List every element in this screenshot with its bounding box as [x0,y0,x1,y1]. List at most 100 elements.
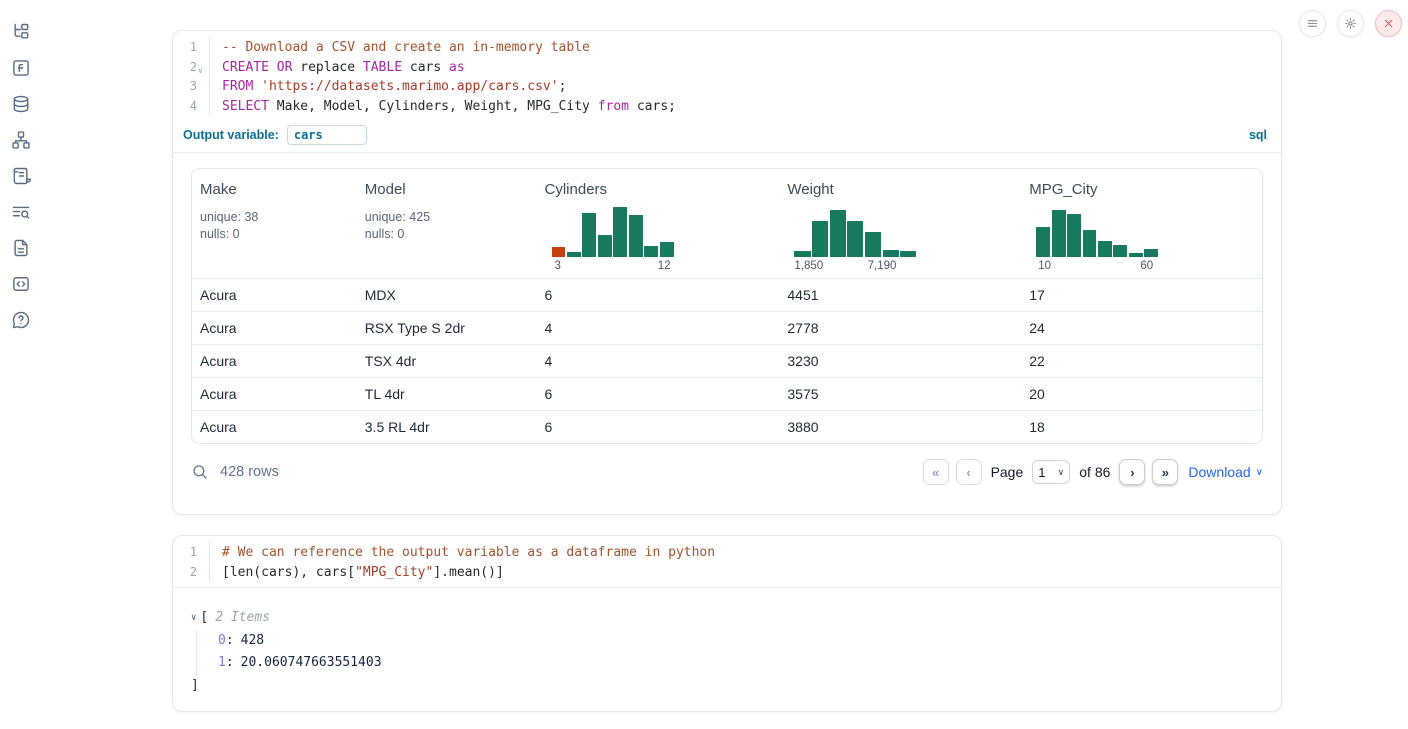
histogram-bar [629,215,643,257]
first-page-button[interactable]: « [923,459,949,485]
close-icon [1382,17,1395,30]
notebook-actions [1299,10,1402,37]
column-header: Make unique: 38nulls: 0 [192,181,357,272]
tree-entry: 0:428 [218,630,1263,653]
table-cell: 4 [537,320,780,336]
sidebar [0,0,42,729]
table-row: AcuraRSX Type S 2dr4277824 [192,311,1262,344]
next-page-button[interactable]: › [1119,459,1145,485]
chevron-down-icon: ∨ [1058,467,1065,478]
column-name[interactable]: MPG_City [1029,181,1097,198]
code-line[interactable]: 2∨CREATE OR replace TABLE cars as [173,58,1281,78]
column-header: Modelunique: 425nulls: 0 [357,181,537,272]
table-row: Acura3.5 RL 4dr6388018 [192,410,1262,443]
snippets-icon[interactable] [11,274,31,294]
notebook-body: 1 -- Download a CSV and create an in-memo… [172,0,1282,712]
column-name[interactable]: Cylinders [545,181,608,198]
table-header: Make unique: 38nulls: 0Modelunique: 425nu… [192,169,1262,278]
sql-cell: 1 -- Download a CSV and create an in-memo… [172,30,1282,515]
row-count: 428 rows [220,464,279,480]
python-editor[interactable]: 1# We can reference the output variable … [173,536,1281,588]
search-icon[interactable] [191,463,209,481]
histogram-bar [883,250,899,257]
download-button[interactable]: Download ∨ [1188,464,1263,480]
column-name[interactable]: Make [200,181,237,198]
logs-icon[interactable] [11,202,31,222]
table-cell: 3880 [779,419,1021,435]
functions-icon[interactable] [11,58,31,78]
code-line[interactable]: 2[len(cars), cars["MPG_City"].mean()] [173,563,1281,583]
histogram-bar [1083,230,1097,257]
page-select-value: 1 [1038,465,1045,480]
tree-entry-value: 20.060747663551403 [241,655,382,670]
python-code[interactable]: 1# We can reference the output variable … [173,536,1281,587]
column-name[interactable]: Model [365,181,406,198]
output-tree: ∨ [ 2 Items 0:4281:20.060747663551403 ] [173,588,1281,707]
histogram-bar [812,221,828,257]
tree-entry-key: 1 [218,655,226,670]
code-line[interactable]: 4SELECT Make, Model, Cylinders, Weight, … [173,97,1281,117]
column-histogram: 312 [552,207,674,272]
table-row: AcuraTSX 4dr4323022 [192,344,1262,377]
page-label: Page [991,464,1024,480]
hamburger-menu-icon [1306,17,1319,30]
code-line[interactable]: 1# We can reference the output variable … [173,543,1281,563]
code-text: FROM 'https://datasets.marimo.app/cars.c… [209,77,566,97]
code-text: CREATE OR replace TABLE cars as [209,58,465,78]
language-badge: sql [1249,128,1267,142]
sql-code[interactable]: 1-- Download a CSV and create an in-memo… [173,31,1281,121]
sql-editor[interactable]: 1-- Download a CSV and create an in-memo… [173,31,1281,153]
settings-button[interactable] [1337,10,1364,37]
table-row: AcuraTL 4dr6357520 [192,377,1262,410]
line-number: 4 [173,97,209,117]
column-histogram: 1,8507,190 [794,207,916,272]
table-cell: MDX [357,287,537,303]
help-icon[interactable] [11,310,31,330]
histogram-bar [582,213,596,257]
output-variable-input[interactable] [287,125,367,145]
histogram-bar [847,221,863,257]
prev-page-button[interactable]: ‹ [956,459,982,485]
page-select[interactable]: 1 ∨ [1032,460,1070,484]
table-cell: RSX Type S 2dr [357,320,537,336]
table-cell: 20 [1021,386,1262,402]
datasources-icon[interactable] [11,94,31,114]
histogram-bar [552,247,566,257]
table-cell: Acura [192,320,357,336]
column-name[interactable]: Weight [787,181,833,198]
table-cell: Acura [192,419,357,435]
table-cell: TSX 4dr [357,353,537,369]
gear-icon [1344,17,1357,30]
table-cell: 3230 [779,353,1021,369]
tree-entry-key: 0 [218,633,226,648]
collapse-caret-icon[interactable]: ∨ [191,607,196,630]
last-page-button[interactable]: » [1152,459,1178,485]
code-line[interactable]: 3FROM 'https://datasets.marimo.app/cars.… [173,77,1281,97]
histogram-bar [865,232,881,257]
file-explorer-icon[interactable] [11,22,31,42]
table-cell: Acura [192,386,357,402]
column-histogram: 1060 [1036,207,1158,272]
histogram-bar [900,251,916,257]
scratchpad-icon[interactable] [11,166,31,186]
column-stats: unique: 38nulls: 0 [200,209,357,243]
documentation-icon[interactable] [11,238,31,258]
histogram-bar [1036,227,1050,257]
table-cell: 6 [537,419,780,435]
menu-button[interactable] [1299,10,1326,37]
histogram-bar [660,242,674,257]
python-cell: 1# We can reference the output variable … [172,535,1282,712]
code-line[interactable]: 1-- Download a CSV and create an in-memo… [173,38,1281,58]
code-text: -- Download a CSV and create an in-memor… [209,38,590,58]
dependency-graph-icon[interactable] [11,130,31,150]
chevron-down-icon: ∨ [1256,467,1263,478]
table-cell: 3575 [779,386,1021,402]
table-cell: 24 [1021,320,1262,336]
open-bracket: [ [200,607,208,630]
shutdown-button[interactable] [1375,10,1402,37]
table-row: AcuraMDX6445117 [192,278,1262,311]
output-variable-bar: Output variable: sql [173,121,1281,152]
output-variable-label: Output variable: [183,128,279,142]
table-cell: 18 [1021,419,1262,435]
tree-root-row: ∨ [ 2 Items [191,607,1263,630]
